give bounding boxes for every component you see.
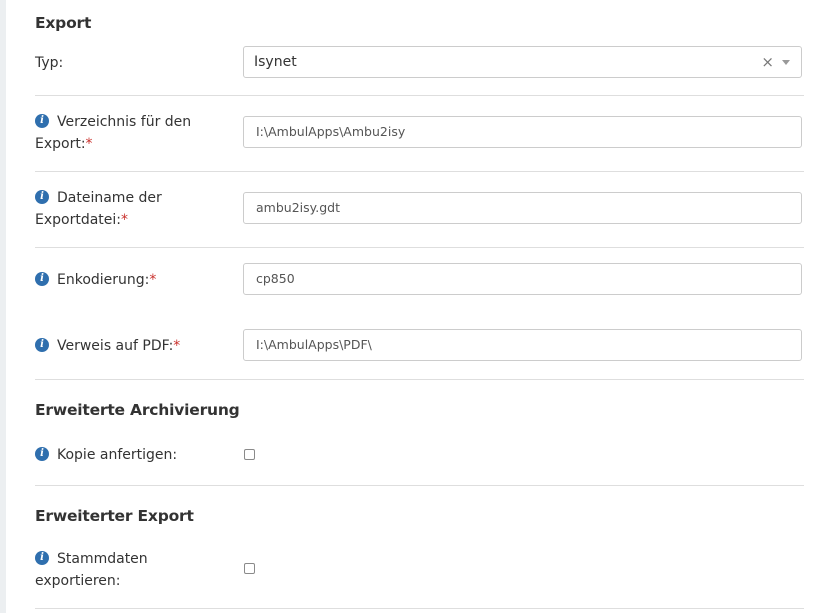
kopie-label: i Kopie anfertigen:	[35, 444, 220, 466]
required-marker: *	[149, 272, 157, 288]
enkodierung-label: i Enkodierung:*	[35, 269, 220, 291]
required-marker: *	[121, 212, 129, 228]
pdf-input[interactable]: I:\AmbulApps\PDF\	[243, 329, 802, 361]
stammdaten-label: i Stammdaten exportieren:	[35, 551, 148, 589]
stammdaten-checkbox[interactable]	[244, 563, 255, 574]
info-circle-icon[interactable]: i	[35, 551, 49, 565]
enkodierung-input-value: cp850	[256, 271, 295, 286]
dateiname-input[interactable]: ambu2isy.gdt	[243, 192, 802, 224]
typ-select-value: Isynet	[254, 54, 297, 70]
dateiname-label: i Dateiname der Exportdatei:*	[35, 190, 162, 228]
required-marker: *	[85, 136, 93, 152]
section-title-export: Export	[35, 14, 92, 32]
pdf-label: i Verweis auf PDF:*	[35, 335, 220, 357]
clear-icon[interactable]: ×	[761, 47, 774, 77]
info-circle-icon[interactable]: i	[35, 447, 49, 461]
verzeichnis-label: i Verzeichnis für den Export:*	[35, 114, 192, 152]
divider	[35, 608, 804, 609]
divider	[35, 95, 804, 96]
info-circle-icon[interactable]: i	[35, 190, 49, 204]
divider	[35, 171, 804, 172]
info-circle-icon[interactable]: i	[35, 272, 49, 286]
divider	[35, 247, 804, 248]
section-title-archivierung: Erweiterte Archivierung	[35, 401, 240, 419]
section-title-erweiterter-export: Erweiterter Export	[35, 507, 194, 525]
settings-form: Export Typ: Isynet × i Verzeichnis für d…	[35, 0, 804, 613]
pdf-input-value: I:\AmbulApps\PDF\	[256, 337, 372, 352]
required-marker: *	[173, 338, 181, 354]
verzeichnis-input-value: I:\AmbulApps\Ambu2isy	[256, 124, 406, 139]
dateiname-input-value: ambu2isy.gdt	[256, 200, 340, 215]
divider	[35, 379, 804, 380]
left-edge-strip	[0, 0, 6, 613]
info-circle-icon[interactable]: i	[35, 338, 49, 352]
enkodierung-input[interactable]: cp850	[243, 263, 802, 295]
info-circle-icon[interactable]: i	[35, 114, 49, 128]
typ-select[interactable]: Isynet ×	[243, 46, 802, 78]
typ-label: Typ:	[35, 55, 64, 71]
chevron-down-icon[interactable]	[782, 60, 790, 65]
kopie-checkbox[interactable]	[244, 449, 255, 460]
divider	[35, 485, 804, 486]
verzeichnis-input[interactable]: I:\AmbulApps\Ambu2isy	[243, 116, 802, 148]
